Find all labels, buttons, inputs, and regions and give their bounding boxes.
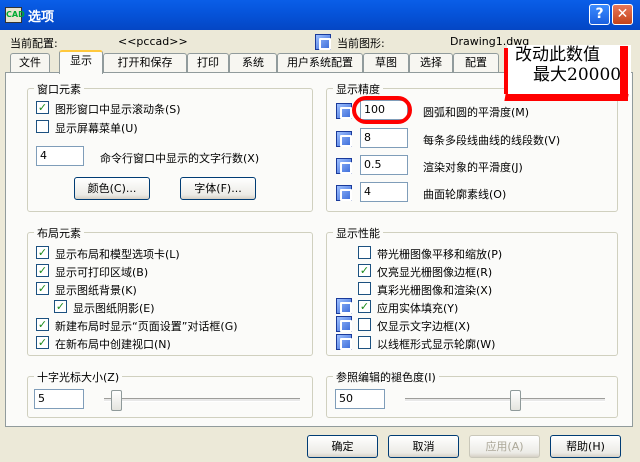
- drawing-setting-icon: [336, 185, 352, 201]
- drawing-setting-icon: [336, 131, 352, 147]
- annotation-line-1: 改动此数值: [515, 45, 600, 65]
- wireframe-silhouette-label: 以线框形式显示轮廓(W): [377, 338, 496, 351]
- group-title: 参照编辑的褪色度(I): [333, 369, 439, 385]
- checkbox[interactable]: ✓: [54, 300, 67, 313]
- tab-open-save[interactable]: 打开和保存: [103, 53, 187, 73]
- group-title: 显示精度: [333, 81, 383, 97]
- show-screen-menu-label: 显示屏幕菜单(U): [55, 122, 138, 135]
- layout-tabs-label: 显示布局和模型选项卡(L): [55, 248, 180, 261]
- crosshair-size-input[interactable]: 5: [34, 389, 84, 409]
- show-scrollbars-label: 图形窗口中显示滚动条(S): [55, 103, 181, 116]
- xref-fade-slider-track[interactable]: [405, 398, 605, 402]
- checkbox[interactable]: ✓: [36, 101, 49, 114]
- drawing-setting-icon: [336, 334, 352, 350]
- annotation-circle: [352, 96, 412, 124]
- group-title: 显示性能: [333, 225, 383, 241]
- arc-smoothness-label: 圆弧和圆的平滑度(M): [423, 106, 530, 119]
- annotation-marker: [504, 48, 508, 94]
- checkbox[interactable]: ✓: [36, 318, 49, 331]
- cancel-button[interactable]: 取消: [388, 435, 459, 458]
- drawing-setting-icon: [336, 158, 352, 174]
- tab-plot[interactable]: 打印: [187, 53, 229, 73]
- render-smoothness-input[interactable]: 0.5: [360, 155, 408, 175]
- render-smoothness-label: 渲染对象的平滑度(J): [423, 161, 523, 174]
- annotation-note: 改动此数值 最大20000: [507, 45, 631, 95]
- tab-display[interactable]: 显示: [59, 50, 103, 74]
- checkbox[interactable]: ✓: [36, 246, 49, 259]
- cmdline-lines-label: 命令行窗口中显示的文字行数(X): [100, 152, 260, 165]
- checkbox[interactable]: [358, 318, 371, 331]
- raster-pan-zoom-label: 带光栅图像平移和缩放(P): [377, 248, 503, 261]
- solid-fill-label: 应用实体填充(Y): [377, 302, 459, 315]
- cmdline-lines-input[interactable]: 4: [36, 146, 84, 166]
- ok-button[interactable]: 确定: [307, 435, 378, 458]
- checkbox[interactable]: ✓: [358, 264, 371, 277]
- tab-profiles[interactable]: 配置: [453, 53, 499, 73]
- polyline-segments-label: 每条多段线曲线的线段数(V): [423, 134, 561, 147]
- annotation-line-2: 最大20000: [533, 65, 622, 85]
- color-button[interactable]: 颜色(C)...: [74, 177, 150, 200]
- crosshair-slider-track[interactable]: [104, 398, 300, 402]
- polyline-segments-input[interactable]: 8: [360, 128, 408, 148]
- checkbox[interactable]: [358, 336, 371, 349]
- crosshair-slider-thumb[interactable]: [111, 390, 123, 411]
- tab-drafting[interactable]: 草图: [363, 53, 409, 73]
- group-title: 窗口元素: [34, 81, 84, 97]
- tab-files[interactable]: 文件: [10, 53, 50, 73]
- close-button[interactable]: ✕: [612, 4, 633, 25]
- checkbox[interactable]: [36, 120, 49, 133]
- group-title: 十字光标大小(Z): [34, 369, 123, 385]
- drawing-setting-icon: [336, 316, 352, 332]
- page-setup-label: 新建布局时显示“页面设置”对话框(G): [55, 320, 238, 333]
- drawing-setting-icon: [336, 103, 352, 119]
- text-frame-label: 仅显示文字边框(X): [377, 320, 471, 333]
- xref-fade-input[interactable]: 50: [335, 389, 385, 409]
- paper-shadow-label: 显示图纸阴影(E): [73, 302, 155, 315]
- annotation-marker: [620, 46, 628, 101]
- checkbox[interactable]: [358, 282, 371, 295]
- checkbox[interactable]: ✓: [36, 336, 49, 349]
- printable-area-label: 显示可打印区域(B): [55, 266, 149, 279]
- checkbox[interactable]: ✓: [36, 264, 49, 277]
- font-button[interactable]: 字体(F)...: [180, 177, 256, 200]
- autocad-icon: CAD: [5, 7, 25, 23]
- true-color-label: 真彩光栅图像和渲染(X): [377, 284, 493, 297]
- tab-user-preferences[interactable]: 用户系统配置: [277, 53, 363, 73]
- checkbox[interactable]: ✓: [36, 282, 49, 295]
- tab-selection[interactable]: 选择: [409, 53, 453, 73]
- checkbox[interactable]: ✓: [358, 300, 371, 313]
- checkbox[interactable]: [358, 246, 371, 259]
- tab-system[interactable]: 系统: [229, 53, 277, 73]
- title-bar: CAD 选项 ? ✕: [0, 0, 640, 30]
- current-config-label: 当前配置:: [10, 37, 58, 50]
- current-drawing-label: 当前图形:: [337, 37, 385, 50]
- paper-background-label: 显示图纸背景(K): [55, 284, 137, 297]
- help-title-button[interactable]: ?: [589, 4, 610, 25]
- annotation-marker: [504, 94, 629, 101]
- contour-lines-label: 曲面轮廓素线(O): [423, 188, 507, 201]
- current-config-value: <<pccad>>: [118, 35, 188, 48]
- raster-frame-label: 仅亮显光栅图像边框(R): [377, 266, 493, 279]
- contour-lines-input[interactable]: 4: [360, 182, 408, 202]
- group-title: 布局元素: [34, 225, 84, 241]
- drawing-icon: [315, 34, 331, 50]
- apply-button[interactable]: 应用(A): [469, 435, 540, 458]
- drawing-setting-icon: [336, 298, 352, 314]
- xref-fade-slider-thumb[interactable]: [510, 390, 521, 411]
- help-button[interactable]: 帮助(H): [550, 435, 621, 458]
- window-title: 选项: [28, 10, 55, 25]
- create-viewport-label: 在新布局中创建视口(N): [55, 338, 171, 351]
